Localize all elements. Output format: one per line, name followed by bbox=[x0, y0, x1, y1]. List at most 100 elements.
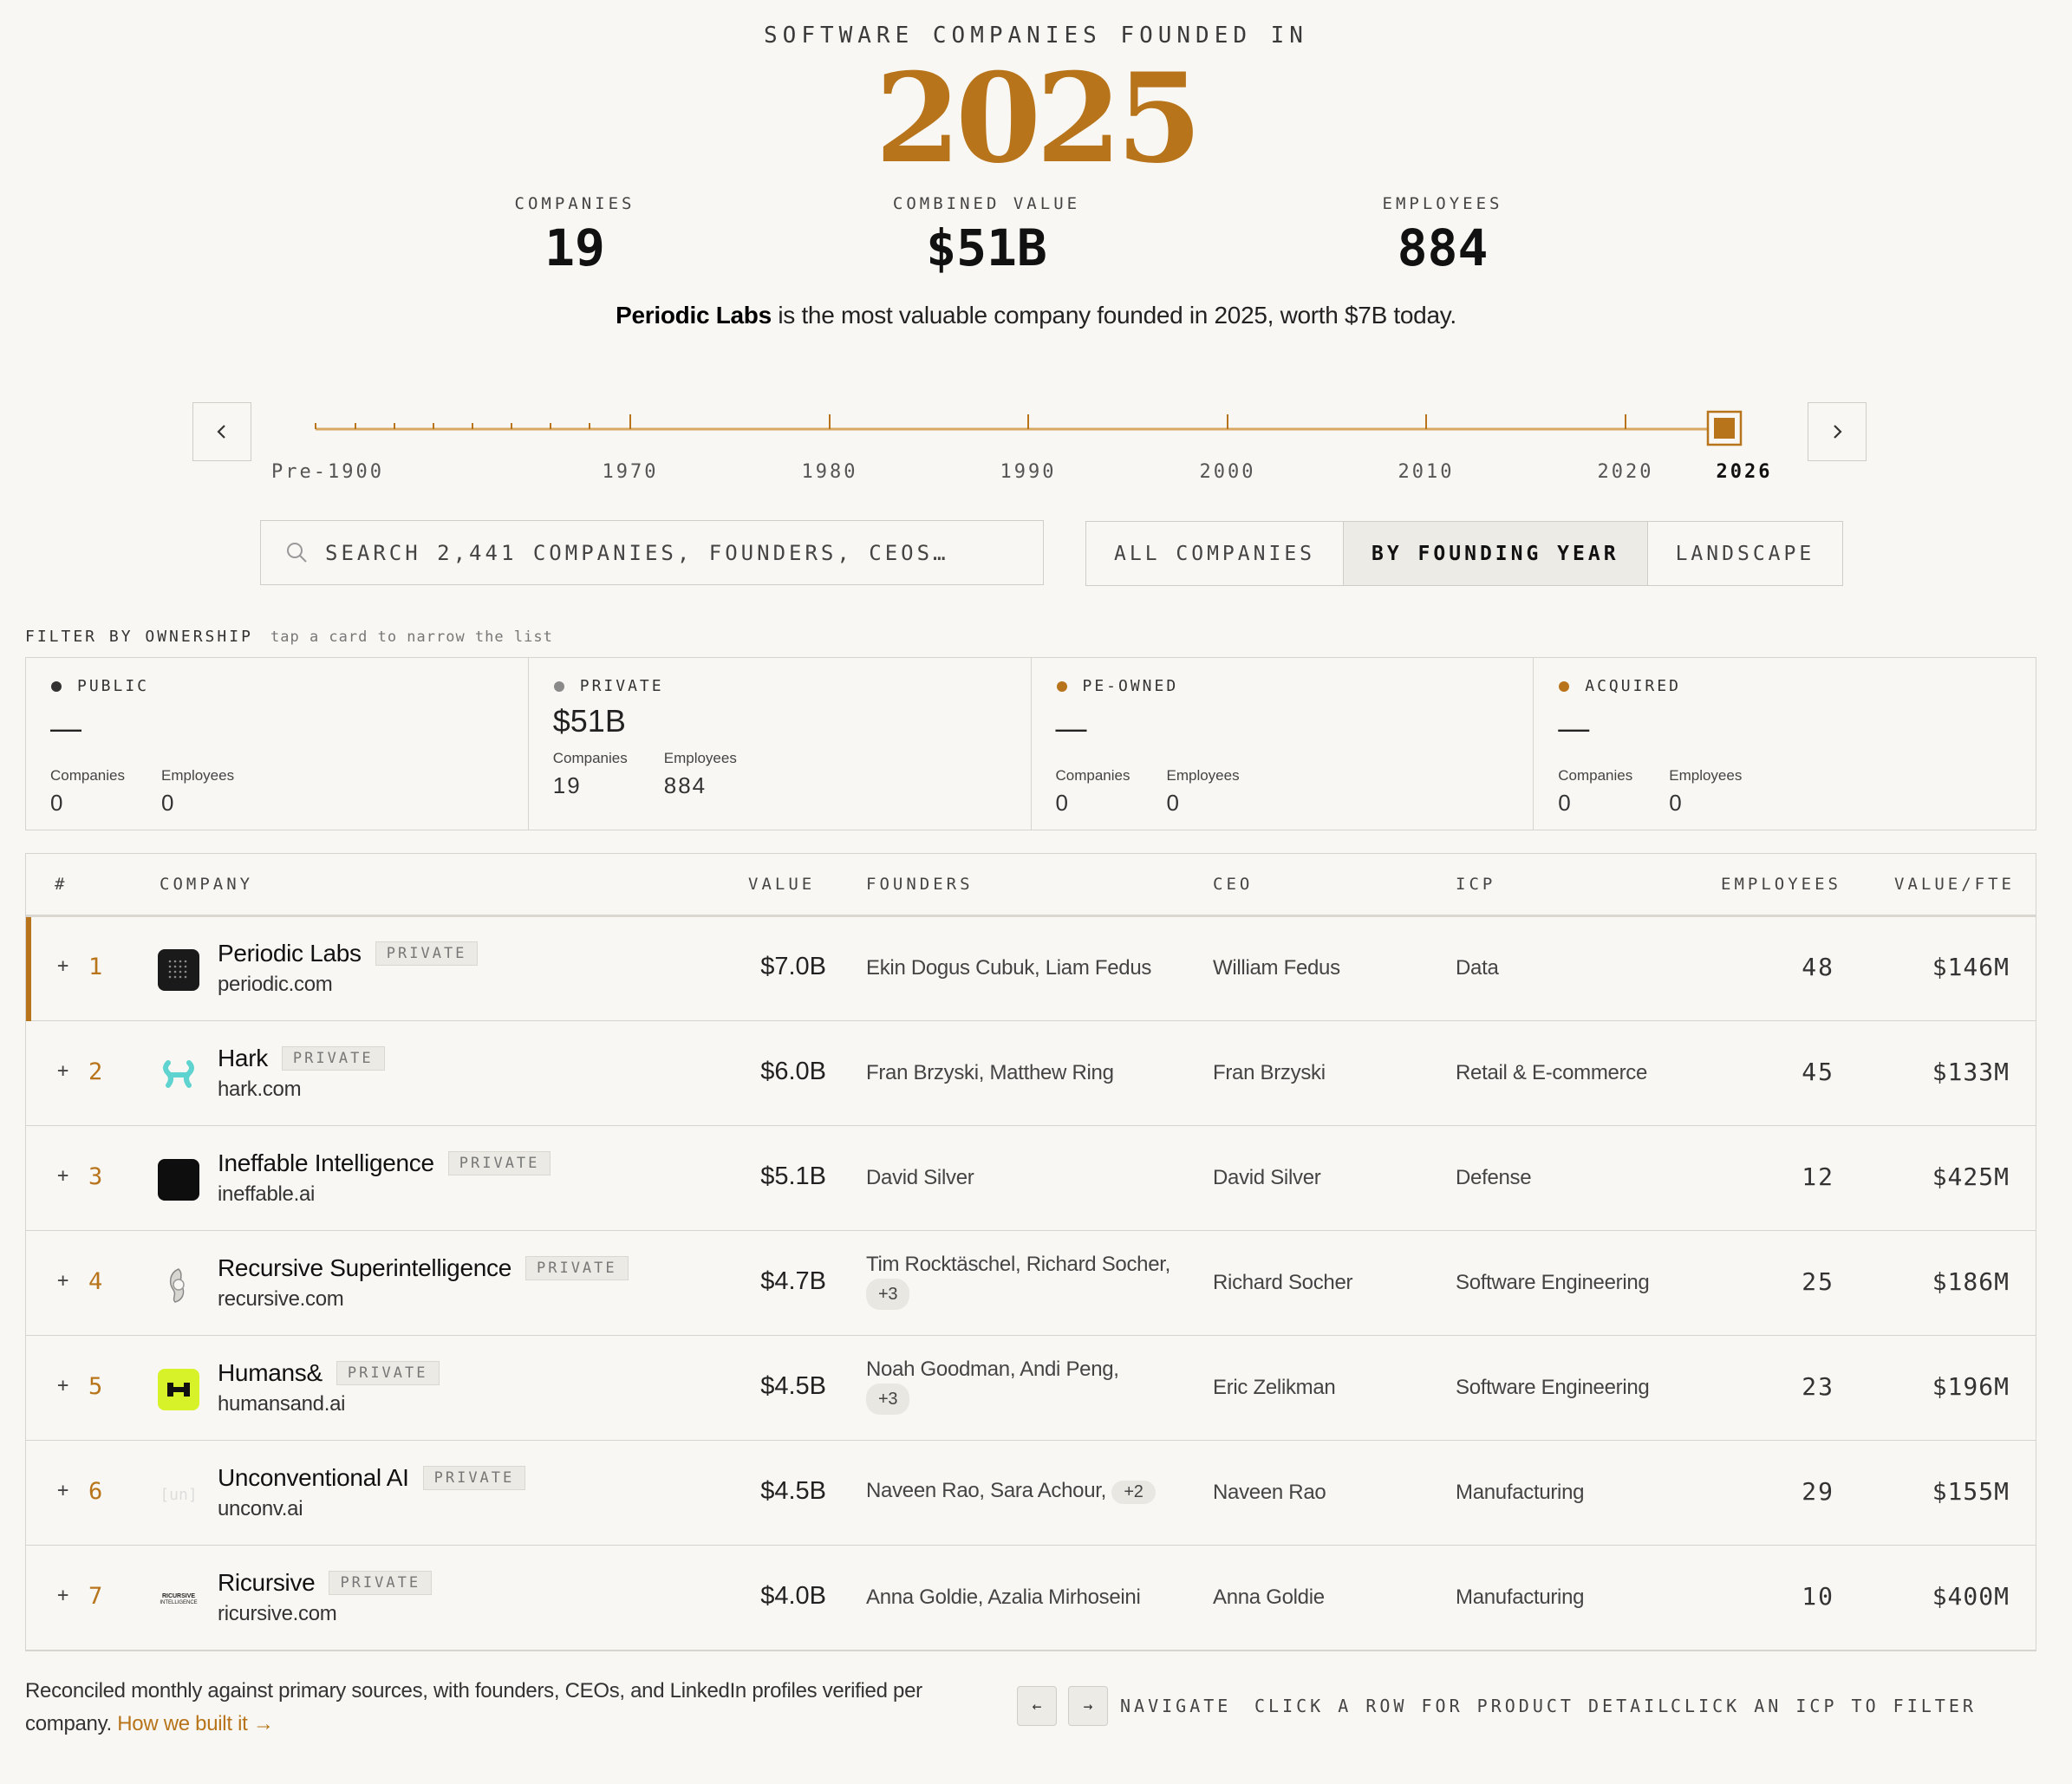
company-icp[interactable]: Data bbox=[1456, 956, 1499, 980]
company-name[interactable]: Unconventional AI PRIVATE bbox=[218, 1464, 526, 1492]
company-icp[interactable]: Software Engineering bbox=[1456, 1376, 1650, 1400]
tagline-text: is the most valuable company founded in … bbox=[771, 302, 1456, 329]
expand-icon[interactable]: + bbox=[57, 1270, 68, 1292]
company-domain[interactable]: humansand.ai bbox=[218, 1392, 345, 1416]
table-row[interactable]: + 4 Recursive Superintelligence PRIVATE r… bbox=[26, 1232, 2036, 1336]
company-name[interactable]: Ineffable Intelligence PRIVATE bbox=[218, 1149, 551, 1177]
timeline-label[interactable]: 2020 bbox=[1598, 461, 1654, 483]
timeline-label[interactable]: 1970 bbox=[603, 461, 659, 483]
tab-landscape[interactable]: LANDSCAPE bbox=[1648, 522, 1843, 585]
ricursive-logo-icon: RICURSIVE INTELLIGENCE bbox=[158, 1579, 199, 1620]
ownership-badge: PRIVATE bbox=[447, 1151, 551, 1175]
year-timeline[interactable]: Pre-1900 1970 1980 1990 2000 2010 2020 2… bbox=[260, 399, 1803, 494]
company-founders: Noah Goodman, Andi Peng, +3 bbox=[866, 1356, 1178, 1415]
company-name-text[interactable]: Recursive Superintelligence bbox=[218, 1254, 511, 1282]
timeline-prev-button[interactable] bbox=[192, 402, 251, 461]
company-ceo: William Fedus bbox=[1213, 956, 1340, 980]
expand-icon[interactable]: + bbox=[57, 1375, 68, 1397]
how-we-built-it-link[interactable]: How we built it → bbox=[117, 1712, 274, 1735]
company-name-text[interactable]: Ineffable Intelligence bbox=[218, 1149, 434, 1177]
company-value-fte: $425M bbox=[1932, 1162, 2010, 1191]
column-header-icp[interactable]: ICP bbox=[1456, 875, 1495, 894]
timeline-label[interactable]: 2000 bbox=[1200, 461, 1256, 483]
company-name-text[interactable]: Periodic Labs bbox=[218, 940, 362, 967]
timeline-track[interactable] bbox=[260, 399, 1803, 451]
company-domain[interactable]: hark.com bbox=[218, 1078, 302, 1102]
company-domain[interactable]: ricursive.com bbox=[218, 1602, 337, 1626]
table-row[interactable]: + 6 [un] Unconventional AI PRIVATE unconv… bbox=[26, 1442, 2036, 1546]
card-header: PE-OWNED bbox=[1056, 677, 1179, 695]
card-employees-value: 0 bbox=[1166, 790, 1181, 816]
company-icp[interactable]: Defense bbox=[1456, 1166, 1532, 1190]
tab-all-companies[interactable]: ALL COMPANIES bbox=[1086, 522, 1345, 585]
company-name-text[interactable]: Unconventional AI bbox=[218, 1464, 409, 1492]
column-header-founders: FOUNDERS bbox=[866, 875, 974, 894]
founders-more-button[interactable]: +3 bbox=[866, 1279, 910, 1310]
company-employees: 29 bbox=[1802, 1477, 1834, 1506]
table-row[interactable]: + 2 Hark PRIVATE hark.com $6.0B Fran Brzy… bbox=[26, 1022, 2036, 1126]
hint-row-detail: CLICK A ROW FOR PRODUCT DETAIL bbox=[1254, 1696, 1672, 1716]
column-header-employees[interactable]: EMPLOYEES bbox=[1721, 875, 1841, 894]
expand-icon[interactable]: + bbox=[57, 1060, 68, 1082]
expand-icon[interactable]: + bbox=[57, 955, 68, 977]
company-domain[interactable]: recursive.com bbox=[218, 1287, 344, 1312]
expand-icon[interactable]: + bbox=[57, 1165, 68, 1187]
company-name[interactable]: Humans& PRIVATE bbox=[218, 1359, 440, 1387]
timeline-label[interactable]: 1990 bbox=[1000, 461, 1057, 483]
tab-by-founding-year[interactable]: BY FOUNDING YEAR bbox=[1344, 522, 1648, 585]
founders-more-button[interactable]: +3 bbox=[866, 1384, 910, 1415]
timeline-label[interactable]: 1980 bbox=[802, 461, 858, 483]
company-icp[interactable]: Manufacturing bbox=[1456, 1585, 1584, 1610]
hint-icp-filter: CLICK AN ICP TO FILTER bbox=[1671, 1696, 1977, 1716]
company-value-fte: $146M bbox=[1932, 953, 2010, 981]
company-name-text[interactable]: Ricursive bbox=[218, 1569, 316, 1597]
card-companies-label: Companies bbox=[50, 767, 125, 784]
ownership-card-public[interactable]: PUBLIC — Companies Employees 0 0 bbox=[26, 658, 529, 830]
company-ceo: Naveen Rao bbox=[1213, 1481, 1326, 1504]
status-dot-icon bbox=[51, 680, 62, 692]
company-name[interactable]: Hark PRIVATE bbox=[218, 1045, 385, 1072]
card-companies-value: 0 bbox=[1558, 790, 1573, 816]
company-founders: Tim Rocktäschel, Richard Socher, +3 bbox=[866, 1251, 1178, 1310]
search-box[interactable] bbox=[260, 520, 1044, 585]
company-icp[interactable]: Manufacturing bbox=[1456, 1481, 1584, 1505]
search-icon bbox=[287, 542, 307, 563]
company-name[interactable]: Recursive Superintelligence PRIVATE bbox=[218, 1254, 629, 1282]
table-row[interactable]: + 7 RICURSIVE INTELLIGENCE Ricursive PRIV… bbox=[26, 1546, 2036, 1651]
key-left-button[interactable]: ← bbox=[1017, 1686, 1057, 1726]
table-row[interactable]: + 5 Humans& PRIVATE humansand.ai $4.5B No… bbox=[26, 1337, 2036, 1441]
company-name[interactable]: Ricursive PRIVATE bbox=[218, 1569, 433, 1597]
expand-icon[interactable]: + bbox=[57, 1480, 68, 1501]
table-row[interactable]: + 1 Periodic Labs PRIVATE periodic.com $7… bbox=[26, 917, 2036, 1021]
ownership-card-acquired[interactable]: ACQUIRED — Companies Employees 0 0 bbox=[1534, 658, 2036, 830]
company-name[interactable]: Periodic Labs PRIVATE bbox=[218, 940, 479, 967]
ownership-card-private[interactable]: PRIVATE $51B Companies Employees 19 884 bbox=[529, 658, 1032, 830]
company-domain[interactable]: unconv.ai bbox=[218, 1497, 303, 1521]
timeline-label[interactable]: Pre-1900 bbox=[271, 461, 384, 483]
company-domain[interactable]: periodic.com bbox=[218, 973, 333, 997]
timeline-label[interactable]: 2010 bbox=[1398, 461, 1455, 483]
timeline-next-button[interactable] bbox=[1808, 402, 1867, 461]
founders-text: David Silver bbox=[866, 1166, 974, 1189]
filter-hint: tap a card to narrow the list bbox=[270, 628, 553, 646]
company-founders: David Silver bbox=[866, 1166, 1178, 1190]
tagline-company[interactable]: Periodic Labs bbox=[616, 302, 772, 329]
timeline-label-active[interactable]: 2026 bbox=[1717, 461, 1773, 483]
company-name-text[interactable]: Hark bbox=[218, 1045, 268, 1072]
founders-more-button[interactable]: +2 bbox=[1111, 1481, 1156, 1504]
column-header-value[interactable]: VALUE bbox=[748, 875, 815, 894]
search-input[interactable] bbox=[323, 525, 1043, 580]
company-name-text[interactable]: Humans& bbox=[218, 1359, 323, 1387]
key-right-button[interactable]: → bbox=[1068, 1686, 1108, 1726]
company-icp[interactable]: Retail & E-commerce bbox=[1456, 1061, 1647, 1085]
table-row[interactable]: + 3 Ineffable Intelligence PRIVATE ineffa… bbox=[26, 1127, 2036, 1231]
stat-companies: COMPANIES 19 bbox=[401, 194, 748, 277]
ownership-card-pe-owned[interactable]: PE-OWNED — Companies Employees 0 0 bbox=[1032, 658, 1534, 830]
expand-icon[interactable]: + bbox=[57, 1585, 68, 1606]
founders-text: Anna Goldie, Azalia Mirhoseini bbox=[866, 1585, 1141, 1609]
column-header-company[interactable]: COMPANY bbox=[160, 875, 253, 894]
company-icp[interactable]: Software Engineering bbox=[1456, 1271, 1650, 1295]
company-value: $4.0B bbox=[760, 1582, 826, 1610]
company-domain[interactable]: ineffable.ai bbox=[218, 1182, 315, 1207]
column-header-value-fte[interactable]: VALUE/FTE bbox=[1894, 875, 2015, 894]
